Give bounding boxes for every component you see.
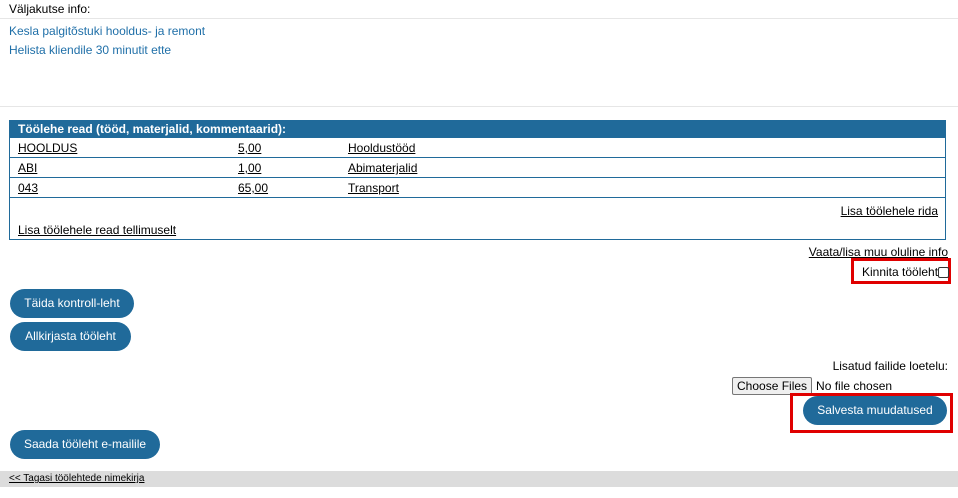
add-rows-from-order-link[interactable]: Lisa töölehele read tellimuselt xyxy=(18,223,176,237)
worksheet-rows-title: Töölehe read (tööd, materjalid, kommenta… xyxy=(10,121,945,138)
row-code-link[interactable]: 043 xyxy=(18,181,38,195)
table-row: ABI 1,00 Abimaterjalid xyxy=(10,158,945,178)
challenge-info-header: Väljakutse info: xyxy=(0,0,958,19)
sign-worksheet-button[interactable]: Allkirjasta tööleht xyxy=(10,322,131,351)
confirm-worksheet-label: Kinnita tööleht xyxy=(862,265,939,279)
row-amount-link[interactable]: 5,00 xyxy=(238,141,261,155)
table-row: 043 65,00 Transport xyxy=(10,178,945,198)
more-info-link[interactable]: Vaata/lisa muu oluline info xyxy=(809,245,948,259)
row-code-link[interactable]: HOOLDUS xyxy=(18,141,77,155)
email-worksheet-button[interactable]: Saada tööleht e-mailile xyxy=(10,430,160,459)
confirm-worksheet: Kinnita tööleht xyxy=(851,258,951,284)
back-to-list-link[interactable]: << Tagasi töölehtede nimekirja xyxy=(9,473,144,484)
add-row-link[interactable]: Lisa töölehele rida xyxy=(841,204,938,218)
row-name-link[interactable]: Hooldustööd xyxy=(348,141,415,155)
row-code-link[interactable]: ABI xyxy=(18,161,37,175)
row-name-link[interactable]: Transport xyxy=(348,181,399,195)
challenge-info-text: Kesla palgitõstuki hooldus- ja remont He… xyxy=(9,22,205,60)
challenge-info-line: Kesla palgitõstuki hooldus- ja remont xyxy=(9,24,206,38)
row-amount-link[interactable]: 1,00 xyxy=(238,161,261,175)
divider xyxy=(0,106,958,107)
challenge-info-label: Väljakutse info: xyxy=(9,2,91,16)
back-bar: << Tagasi töölehtede nimekirja xyxy=(0,471,958,487)
row-name-link[interactable]: Abimaterjalid xyxy=(348,161,417,175)
table-row: HOOLDUS 5,00 Hooldustööd xyxy=(10,138,945,158)
attached-files-label: Lisatud failide loetelu: xyxy=(832,359,948,373)
save-changes-button[interactable]: Salvesta muudatused xyxy=(803,396,947,425)
row-amount-link[interactable]: 65,00 xyxy=(238,181,268,195)
file-status: No file chosen xyxy=(816,379,893,393)
challenge-info-line: Helista kliendile 30 minutit ette xyxy=(9,43,172,57)
fill-control-sheet-button[interactable]: Täida kontroll-leht xyxy=(10,289,134,318)
worksheet-rows-table: Töölehe read (tööd, materjalid, kommenta… xyxy=(9,120,946,240)
confirm-worksheet-checkbox[interactable] xyxy=(938,267,949,278)
